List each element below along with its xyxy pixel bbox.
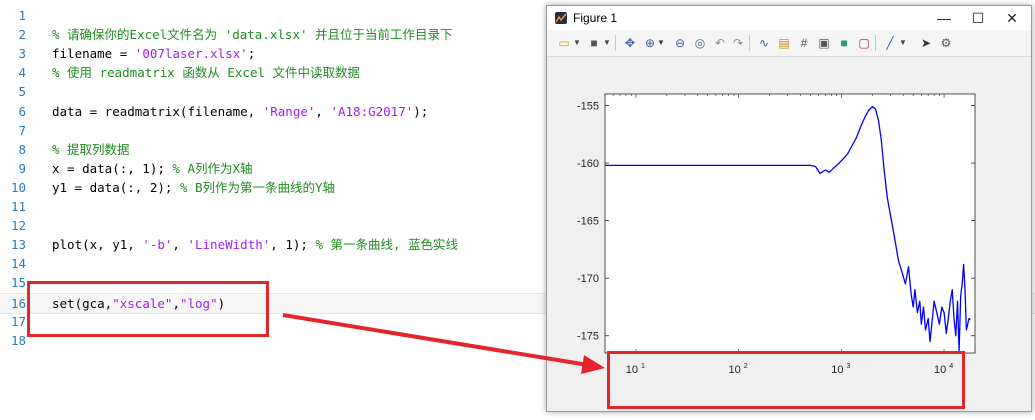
annotation-arrow-layer (282, 313, 605, 374)
annotation-arrow-line (282, 313, 589, 367)
annotation-arrow-head (581, 355, 605, 374)
